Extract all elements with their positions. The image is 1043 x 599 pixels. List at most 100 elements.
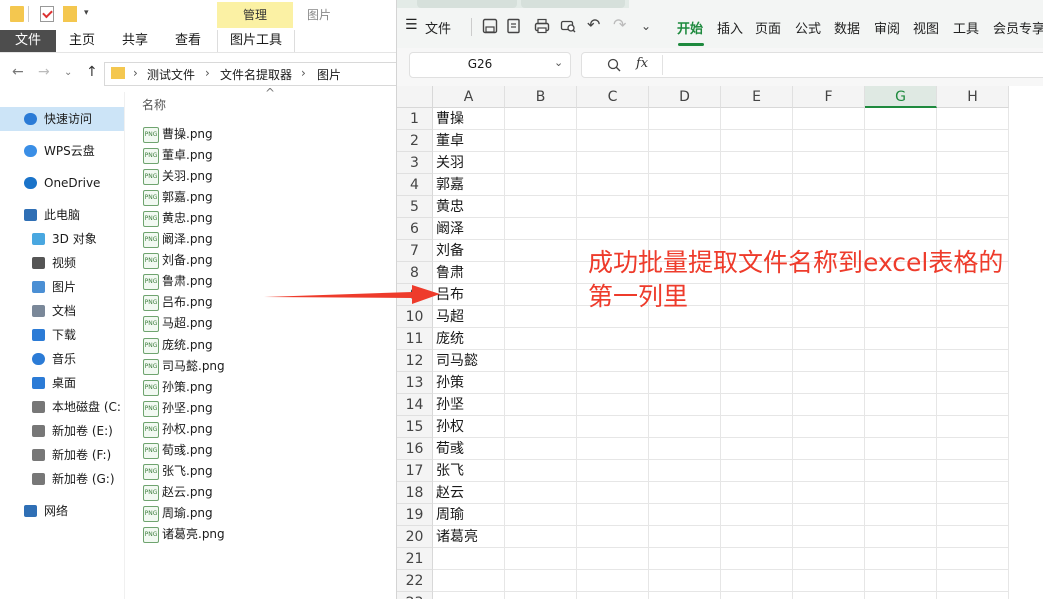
row-header[interactable]: 5 (397, 196, 433, 218)
cell[interactable] (577, 108, 649, 130)
nav-item[interactable]: 此电脑 (0, 203, 124, 227)
cell[interactable]: 庞统 (433, 328, 505, 350)
column-header[interactable]: D (649, 86, 721, 108)
cell[interactable] (793, 108, 865, 130)
row-header[interactable]: 8 (397, 262, 433, 284)
cell[interactable] (937, 350, 1009, 372)
cell[interactable] (937, 482, 1009, 504)
cell[interactable] (505, 416, 577, 438)
cell[interactable]: 鲁肃 (433, 262, 505, 284)
cell[interactable] (937, 394, 1009, 416)
cell[interactable] (505, 262, 577, 284)
cell[interactable] (865, 570, 937, 592)
cell[interactable] (865, 592, 937, 599)
cell[interactable] (577, 350, 649, 372)
cell[interactable] (505, 284, 577, 306)
nav-item[interactable]: 音乐 (0, 347, 124, 371)
nav-item[interactable]: 新加卷 (G:) (0, 467, 124, 491)
cell[interactable] (433, 570, 505, 592)
cell[interactable]: 马超 (433, 306, 505, 328)
cell[interactable] (937, 130, 1009, 152)
column-header[interactable]: E (721, 86, 793, 108)
breadcrumb-item[interactable]: 图片 (317, 66, 341, 83)
row-header[interactable]: 11 (397, 328, 433, 350)
cell[interactable] (865, 526, 937, 548)
breadcrumb-item[interactable]: 文件名提取器 (220, 66, 292, 83)
menu-view[interactable]: 视图 (913, 18, 939, 37)
cell[interactable] (865, 130, 937, 152)
cell[interactable] (721, 372, 793, 394)
cell[interactable] (577, 174, 649, 196)
cell[interactable] (793, 394, 865, 416)
sort-ascending-icon[interactable]: ^ (265, 86, 275, 100)
document-tab-active[interactable] (629, 0, 1043, 8)
cell[interactable] (505, 592, 577, 599)
cell[interactable]: 郭嘉 (433, 174, 505, 196)
nav-item[interactable]: 快速访问 (0, 107, 124, 131)
column-header[interactable]: B (505, 86, 577, 108)
nav-item[interactable]: 新加卷 (E:) (0, 419, 124, 443)
back-icon[interactable]: ← (12, 64, 24, 80)
cell[interactable] (649, 152, 721, 174)
row-header[interactable]: 21 (397, 548, 433, 570)
cell[interactable] (577, 460, 649, 482)
row-header[interactable]: 16 (397, 438, 433, 460)
cell[interactable]: 司马懿 (433, 350, 505, 372)
row-header[interactable]: 6 (397, 218, 433, 240)
cell[interactable]: 关羽 (433, 152, 505, 174)
cell[interactable] (721, 570, 793, 592)
cell[interactable] (505, 526, 577, 548)
row-header[interactable]: 13 (397, 372, 433, 394)
tab-picture-tools[interactable]: 图片工具 (217, 30, 295, 52)
nav-item[interactable]: 图片 (0, 275, 124, 299)
cell[interactable] (937, 152, 1009, 174)
tab-view[interactable]: 查看 (166, 30, 210, 52)
cell[interactable] (793, 548, 865, 570)
chevron-down-icon[interactable]: ⌄ (554, 56, 563, 69)
cell[interactable] (577, 152, 649, 174)
cell[interactable] (721, 218, 793, 240)
cell[interactable] (865, 482, 937, 504)
cell[interactable] (721, 328, 793, 350)
cell[interactable] (937, 218, 1009, 240)
cell[interactable] (937, 504, 1009, 526)
cell[interactable] (649, 218, 721, 240)
cell[interactable] (721, 482, 793, 504)
row-header[interactable]: 22 (397, 570, 433, 592)
cell[interactable] (721, 130, 793, 152)
cell[interactable] (577, 548, 649, 570)
cell[interactable] (865, 460, 937, 482)
nav-item[interactable]: 新加卷 (F:) (0, 443, 124, 467)
cell[interactable] (649, 416, 721, 438)
cell[interactable] (505, 240, 577, 262)
cell[interactable] (793, 570, 865, 592)
cell[interactable]: 孙权 (433, 416, 505, 438)
menu-file[interactable]: 文件 (425, 18, 451, 37)
cell[interactable] (505, 570, 577, 592)
new-folder-icon[interactable] (63, 6, 77, 22)
cell[interactable] (793, 460, 865, 482)
cell[interactable]: 吕布 (433, 284, 505, 306)
row-header[interactable]: 20 (397, 526, 433, 548)
export-pdf-icon[interactable] (505, 17, 523, 35)
nav-item[interactable]: 网络 (0, 499, 124, 523)
cell[interactable] (865, 174, 937, 196)
cell[interactable] (505, 108, 577, 130)
cell[interactable] (433, 548, 505, 570)
cell[interactable] (649, 196, 721, 218)
fx-icon[interactable]: fx (636, 56, 648, 71)
tab-file[interactable]: 文件 (0, 30, 56, 52)
cell[interactable] (865, 108, 937, 130)
menu-insert[interactable]: 插入 (717, 18, 743, 37)
row-header[interactable]: 15 (397, 416, 433, 438)
hamburger-menu-icon[interactable]: ☰ (405, 17, 418, 33)
menu-formula[interactable]: 公式 (795, 18, 821, 37)
cell[interactable]: 刘备 (433, 240, 505, 262)
cell[interactable] (505, 328, 577, 350)
cell[interactable]: 董卓 (433, 130, 505, 152)
cell[interactable] (865, 152, 937, 174)
cell[interactable] (649, 460, 721, 482)
row-header[interactable]: 3 (397, 152, 433, 174)
address-bar[interactable]: › 测试文件 › 文件名提取器 › 图片 (104, 62, 396, 86)
cell[interactable] (577, 570, 649, 592)
